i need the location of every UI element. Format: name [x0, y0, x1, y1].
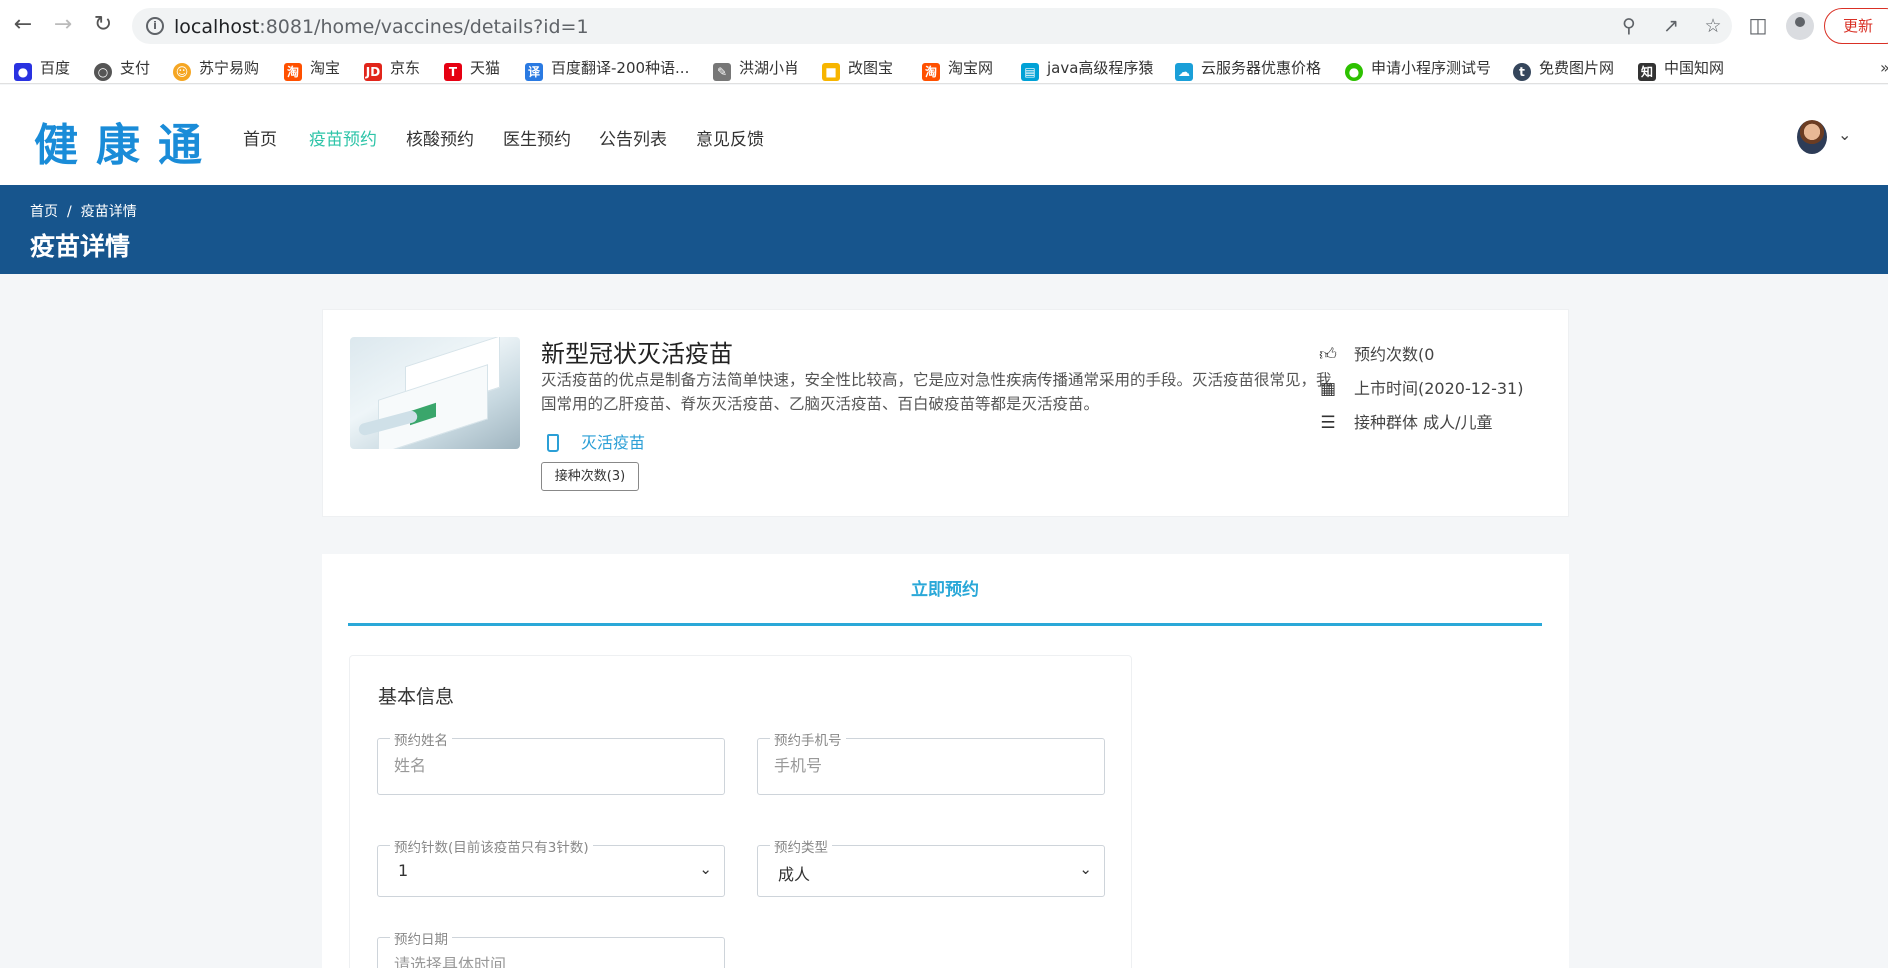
bookmark-item[interactable]: ● 百度 — [14, 56, 70, 81]
date-input[interactable] — [394, 955, 694, 968]
site-header: 健康通 首页 疫苗预约 核酸预约 医生预约 公告列表 意见反馈 ⌄ — [0, 85, 1888, 185]
wechat-icon: ● — [1345, 63, 1363, 81]
back-arrow-icon[interactable]: ← — [10, 12, 36, 38]
bookmark-item[interactable]: T 天猫 — [444, 56, 500, 81]
form-title: 基本信息 — [378, 686, 455, 708]
site-logo[interactable]: 健康通 — [34, 109, 220, 173]
chevron-down-icon: ⌄ — [1079, 860, 1092, 878]
translate-icon: 译 — [525, 63, 543, 81]
breadcrumb-current: 疫苗详情 — [80, 204, 137, 220]
type-select-label: 预约类型 — [770, 836, 832, 856]
jd-icon: JD — [364, 63, 382, 81]
nav-nucleic-booking[interactable]: 核酸预约 — [406, 125, 474, 150]
phone-field: 预约手机号 — [757, 729, 1105, 795]
taobao-icon: 淘 — [922, 63, 940, 81]
launch-date: ▦ 上市时间(2020-12-31) — [1317, 375, 1524, 399]
pen-icon: ✎ — [713, 63, 731, 81]
vaccine-name: 新型冠状灭活疫苗 — [541, 340, 733, 368]
t-icon: t — [1513, 63, 1531, 81]
bookmark-item[interactable]: 知中国知网 — [1638, 56, 1724, 81]
bookmark-item[interactable]: 淘淘宝 — [284, 56, 340, 81]
update-button[interactable]: 更新 — [1824, 8, 1888, 44]
reload-icon[interactable]: ↻ — [90, 12, 116, 38]
nav-doctor-booking[interactable]: 医生预约 — [503, 125, 571, 150]
bookmark-item[interactable]: ☺ 苏宁易购 — [173, 56, 259, 81]
vial-icon — [547, 434, 559, 452]
breadcrumb-home[interactable]: 首页 — [30, 204, 58, 220]
date-field: 预约日期 — [377, 928, 725, 968]
bookmark-item[interactable]: ✎ 洪湖小肖 — [713, 56, 799, 81]
nav-announcements[interactable]: 公告列表 — [599, 125, 667, 150]
name-field: 预约姓名 — [377, 729, 725, 795]
dose-select-value: 1 — [398, 861, 409, 880]
bookmark-star-icon[interactable]: ☆ — [1701, 14, 1725, 38]
browser-toolbar: ← → ↻ i localhost:8081/home/vaccines/det… — [0, 0, 1888, 52]
image-icon: ■ — [822, 63, 840, 81]
url-text[interactable]: localhost:8081/home/vaccines/details?id=… — [174, 16, 589, 38]
bookmark-item[interactable]: ☁ 云服务器优惠价格 — [1175, 56, 1321, 81]
tab-book-now[interactable]: 立即预约 — [348, 554, 1542, 626]
nav-vaccine-booking[interactable]: 疫苗预约 — [309, 125, 377, 150]
type-select[interactable]: 预约类型 成人 ⌄ — [757, 836, 1105, 897]
chevron-down-icon: ⌄ — [699, 860, 712, 878]
phone-field-label: 预约手机号 — [770, 729, 846, 749]
taobao-icon: 淘 — [284, 63, 302, 81]
nav-home[interactable]: 首页 — [243, 125, 277, 150]
vaccine-card: 新型冠状灭活疫苗 灭活疫苗的优点是制备方法简单快速，安全性比较高，它是应对急性疾… — [322, 309, 1569, 517]
target-group: ☰ 接种群体 成人/儿童 — [1317, 409, 1492, 433]
site-info-icon[interactable]: i — [146, 17, 164, 35]
phone-input[interactable] — [774, 756, 1074, 775]
reservation-count: 👍︎ 预约次数(0 — [1317, 341, 1434, 365]
forward-arrow-icon[interactable]: → — [50, 12, 76, 38]
vaccine-description: 灭活疫苗的优点是制备方法简单快速，安全性比较高，它是应对急性疾病传播通常采用的手… — [541, 371, 1332, 413]
calendar-icon: ▦ — [1319, 379, 1337, 399]
bookmark-item[interactable]: 淘淘宝网 — [922, 56, 993, 81]
bookmark-item[interactable]: 译百度翻译-200种语... — [525, 56, 689, 81]
user-avatar[interactable] — [1797, 120, 1827, 154]
breadcrumb: 首页 / 疫苗详情 — [30, 201, 137, 221]
share-icon[interactable]: ↗ — [1659, 14, 1683, 38]
dose-select-label: 预约针数(目前该疫苗只有3针数) — [390, 836, 593, 856]
booking-section: 立即预约 基本信息 预约姓名 预约手机号 预约针数(目前该疫苗只有3针数) 1 … — [322, 554, 1569, 968]
vaccine-image — [350, 337, 520, 449]
name-input[interactable] — [394, 756, 694, 775]
chevron-down-icon[interactable]: ⌄ — [1838, 125, 1851, 144]
page-title: 疫苗详情 — [30, 232, 131, 261]
bookmark-item[interactable]: ▤ java高级程序猿 — [1021, 56, 1153, 81]
bilibili-icon: ▤ — [1021, 63, 1039, 81]
bookmarks-overflow-icon[interactable]: » — [1880, 58, 1888, 77]
type-select-value: 成人 — [778, 865, 811, 884]
doses-badge: 接种次数(3) — [541, 462, 639, 491]
thumbs-up-icon: 👍︎ — [1319, 345, 1337, 365]
bookmarks-bar: ● 百度 ○ 支付 ☺ 苏宁易购 淘淘宝 JD 京东 T 天猫 译百度翻译-200种语..… — [0, 52, 1888, 84]
profile-icon[interactable] — [1786, 12, 1814, 40]
date-field-label: 预约日期 — [390, 928, 452, 948]
bookmark-item[interactable]: t 免费图片网 — [1513, 56, 1614, 81]
cnki-icon: 知 — [1638, 63, 1656, 81]
basic-info-form: 基本信息 预约姓名 预约手机号 预约针数(目前该疫苗只有3针数) 1 ⌄ 预约类… — [349, 655, 1132, 968]
dose-select[interactable]: 预约针数(目前该疫苗只有3针数) 1 ⌄ — [377, 836, 725, 897]
bookmark-item[interactable]: JD 京东 — [364, 56, 420, 81]
page-banner: 首页 / 疫苗详情 疫苗详情 — [0, 185, 1888, 274]
breadcrumb-separator: / — [67, 204, 72, 220]
lion-icon: ☺ — [173, 63, 191, 81]
bookmark-item[interactable]: ● 申请小程序测试号 — [1345, 56, 1491, 81]
vaccine-type[interactable]: 灭活疫苗 — [541, 429, 645, 453]
bookmark-item[interactable]: ○ 支付 — [94, 56, 150, 81]
globe-icon: ○ — [94, 63, 112, 81]
nav-feedback[interactable]: 意见反馈 — [696, 125, 764, 150]
side-panel-icon[interactable]: ◫ — [1745, 12, 1771, 38]
cloud-icon: ☁ — [1175, 63, 1193, 81]
layers-icon: ☰ — [1320, 413, 1336, 433]
tmall-icon: T — [444, 63, 462, 81]
address-bar[interactable]: i localhost:8081/home/vaccines/details?i… — [132, 8, 1732, 44]
bookmark-item[interactable]: ■ 改图宝 — [822, 56, 893, 81]
paw-icon: ● — [14, 63, 32, 81]
name-field-label: 预约姓名 — [390, 729, 452, 749]
zoom-icon[interactable]: ⚲ — [1617, 14, 1641, 38]
